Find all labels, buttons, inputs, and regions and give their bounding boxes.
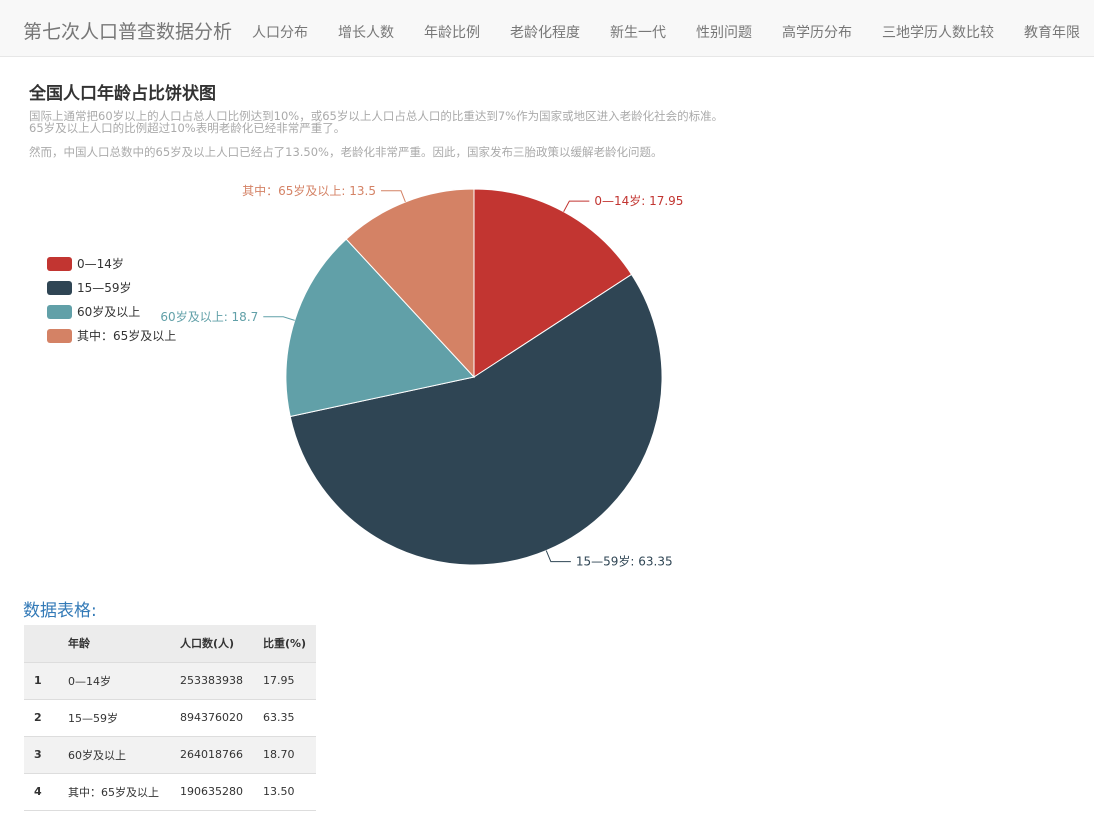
table-row: 1 0—14岁 253383938 17.95 [24, 662, 317, 700]
pie-label-line-65-plus [380, 190, 406, 203]
table-cell-index: 1 [24, 662, 58, 700]
table-header-age: 年龄 [58, 625, 170, 663]
table-header-ratio: 比重(%) [253, 625, 317, 663]
data-table: 年龄 人口数(人) 比重(%) 1 0—14岁 253383938 17.95 … [24, 625, 317, 811]
table-cell-index: 4 [24, 773, 58, 811]
pie-label-15-59: 15—59岁: 63.35 [576, 554, 673, 569]
table-header-population: 人口数(人) [170, 625, 253, 663]
table-header-row: 年龄 人口数(人) 比重(%) [24, 625, 317, 663]
table-row: 2 15—59岁 894376020 63.35 [24, 699, 317, 737]
table-cell-ratio: 13.50 [253, 773, 317, 811]
table-cell-population: 253383938 [170, 662, 253, 700]
table-cell-index: 2 [24, 699, 58, 737]
pie-label-60-plus: 60岁及以上: 18.7 [160, 309, 258, 324]
pie-label-0-14: 0—14岁: 17.95 [594, 193, 683, 208]
table-cell-population: 190635280 [170, 773, 253, 811]
table-row: 3 60岁及以上 264018766 18.70 [24, 736, 317, 774]
table-cell-index: 3 [24, 736, 58, 774]
pie-label-line-0-14 [563, 200, 590, 212]
table-cell-population: 894376020 [170, 699, 253, 737]
table-cell-population: 264018766 [170, 736, 253, 774]
pie-chart: 0—14岁: 17.95 15—59岁: 63.35 60岁及以上: 18.7 其中：… [160, 183, 683, 569]
pie-label-line-60-plus [263, 316, 295, 321]
table-cell-ratio: 18.70 [253, 736, 317, 774]
pie-label-65-plus: 其中：65岁及以上: 13.5 [242, 183, 376, 198]
table-cell-age: 0—14岁 [58, 662, 170, 700]
table-cell-ratio: 63.35 [253, 699, 317, 737]
table-cell-age: 其中：65岁及以上 [58, 773, 170, 811]
table-cell-age: 60岁及以上 [58, 736, 170, 774]
data-table-title: 数据表格: [23, 601, 97, 621]
table-cell-ratio: 17.95 [253, 662, 317, 700]
table-cell-age: 15—59岁 [58, 699, 170, 737]
table-header-index [24, 625, 58, 663]
table-row: 4 其中：65岁及以上 190635280 13.50 [24, 773, 317, 811]
pie-label-line-15-59 [545, 550, 571, 563]
